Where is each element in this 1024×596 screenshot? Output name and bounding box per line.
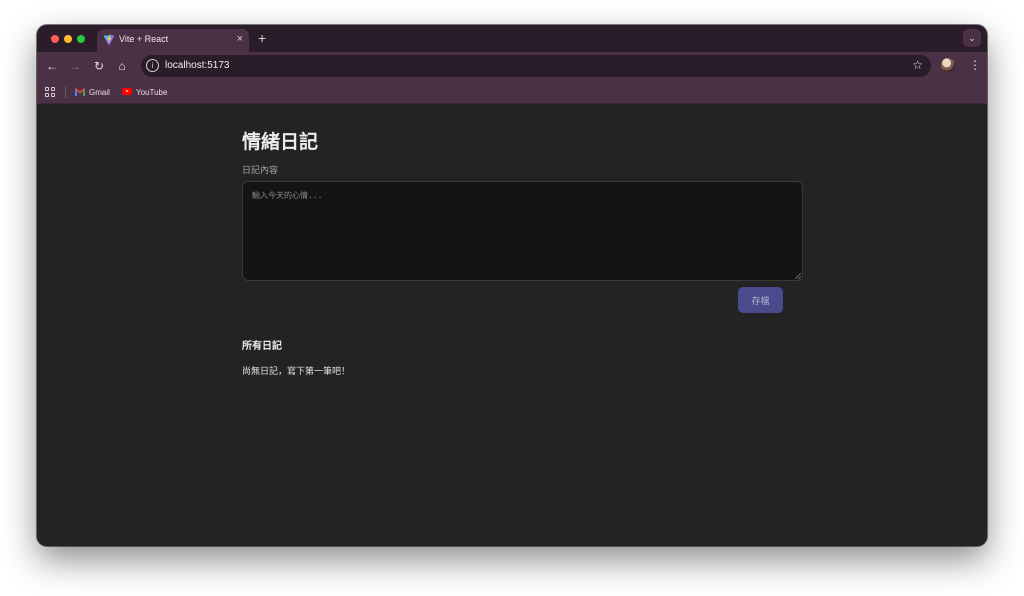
- browser-window: Vite + React × + ⌄ ← → ↻ ⌂ i localhost:5…: [37, 25, 987, 546]
- gmail-icon: [75, 88, 85, 96]
- content-label: 日記內容: [242, 165, 279, 175]
- page-content: 情緒日記 日記內容 存檔 所有日記 尚無日記，寫下第一筆吧！: [37, 105, 987, 546]
- profile-avatar[interactable]: [941, 58, 955, 72]
- home-icon[interactable]: ⌂: [115, 59, 129, 73]
- save-button[interactable]: 存檔: [738, 287, 783, 313]
- reload-icon[interactable]: ↻: [92, 59, 106, 73]
- site-info-icon[interactable]: i: [146, 59, 159, 72]
- resize-grip-icon[interactable]: [795, 273, 801, 279]
- browser-menu-icon[interactable]: ⋮: [969, 58, 981, 72]
- new-tab-button[interactable]: +: [258, 30, 266, 46]
- empty-state-message: 尚無日記，寫下第一筆吧！: [242, 366, 351, 376]
- bookmark-youtube-label: YouTube: [136, 88, 168, 97]
- page-title: 情緒日記: [242, 132, 319, 153]
- bookmark-gmail[interactable]: Gmail: [75, 86, 110, 99]
- tab-title: Vite + React: [119, 34, 169, 44]
- tab-vite-react[interactable]: Vite + React ×: [97, 29, 249, 52]
- bookmark-gmail-label: Gmail: [89, 88, 110, 97]
- forward-arrow-icon[interactable]: →: [68, 59, 82, 73]
- close-window-button[interactable]: [51, 35, 59, 43]
- minimize-window-button[interactable]: [64, 35, 72, 43]
- bookmark-youtube[interactable]: YouTube: [122, 86, 167, 99]
- bookmarks-divider: [65, 86, 66, 98]
- tab-strip: Vite + React × + ⌄: [37, 25, 987, 52]
- back-arrow-icon[interactable]: ←: [45, 59, 59, 73]
- vite-logo-icon: [103, 34, 115, 46]
- all-entries-heading: 所有日記: [242, 341, 282, 352]
- zoom-window-button[interactable]: [77, 35, 85, 43]
- youtube-icon: [122, 88, 132, 95]
- address-url[interactable]: localhost:5173: [165, 60, 230, 71]
- diary-textarea[interactable]: [242, 181, 803, 281]
- bookmark-star-icon[interactable]: ☆: [912, 58, 923, 72]
- close-tab-icon[interactable]: ×: [237, 32, 243, 46]
- bookmarks-bar: Gmail YouTube: [37, 81, 987, 104]
- tab-search-button[interactable]: ⌄: [963, 29, 981, 47]
- apps-grid-icon[interactable]: [45, 87, 55, 97]
- browser-toolbar: ← → ↻ ⌂ i localhost:5173 ☆ ⋮: [37, 52, 987, 81]
- address-bar[interactable]: i localhost:5173 ☆: [141, 55, 931, 77]
